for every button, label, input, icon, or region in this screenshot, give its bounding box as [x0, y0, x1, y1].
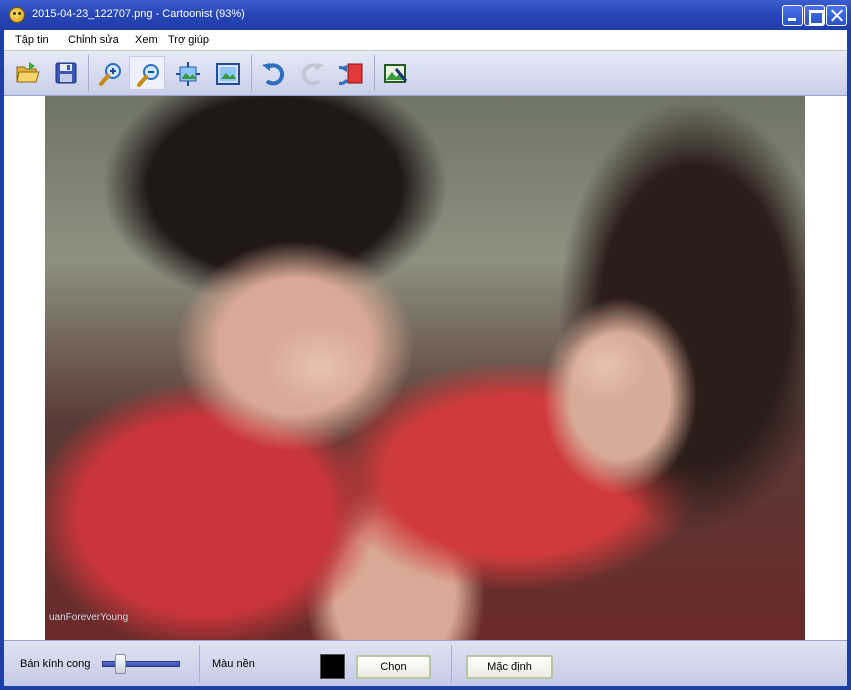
open-button[interactable] — [9, 56, 45, 90]
actual-size-button[interactable] — [209, 56, 245, 90]
reset-icon — [339, 63, 363, 85]
minimize-button[interactable] — [782, 5, 803, 26]
export-image-button[interactable] — [377, 56, 413, 90]
undo-icon — [262, 63, 285, 86]
maximize-button[interactable] — [804, 5, 825, 26]
panel-separator — [199, 645, 200, 683]
reset-button[interactable] — [333, 56, 369, 90]
curve-radius-label: Bán kính cong — [20, 658, 91, 670]
menu-help[interactable]: Trợ giúp — [168, 34, 209, 46]
title-bar[interactable]: 2015-04-23_122707.png - Cartoonist (93%) — [0, 0, 851, 30]
background-color-swatch[interactable] — [320, 654, 345, 679]
edited-photo[interactable]: uanForeverYoung — [45, 96, 805, 640]
zoom-in-button[interactable] — [92, 56, 128, 90]
redo-icon — [301, 63, 324, 86]
panel-separator — [451, 645, 452, 683]
toolbar-separator — [88, 55, 89, 91]
zoom-out-button[interactable] — [129, 56, 165, 90]
open-folder-icon — [16, 62, 40, 83]
redo-button[interactable] — [294, 56, 330, 90]
window-title: 2015-04-23_122707.png - Cartoonist (93%) — [32, 8, 245, 20]
settings-panel: Bán kính cong Màu nền Chọn Mặc định — [4, 640, 847, 686]
default-button[interactable]: Mặc định — [466, 655, 553, 679]
image-canvas[interactable]: uanForeverYoung — [4, 96, 847, 640]
fit-to-window-button[interactable] — [169, 56, 205, 90]
zoom-out-icon — [137, 64, 159, 87]
client-area: Tập tin Chỉnh sửa Xem Trợ giúp uanForeve… — [4, 30, 847, 686]
save-button[interactable] — [48, 56, 84, 90]
zoom-in-icon — [99, 63, 121, 86]
curve-radius-slider-thumb[interactable] — [115, 654, 127, 674]
close-button[interactable] — [826, 5, 847, 26]
toolbar-separator — [374, 55, 375, 91]
save-icon — [55, 62, 77, 84]
undo-button[interactable] — [254, 56, 290, 90]
menu-bar: Tập tin Chỉnh sửa Xem Trợ giúp — [4, 30, 847, 51]
app-window: 2015-04-23_122707.png - Cartoonist (93%)… — [0, 0, 851, 690]
toolbar — [4, 51, 847, 96]
background-color-label: Màu nền — [212, 658, 255, 670]
photo-watermark: uanForeverYoung — [49, 612, 129, 623]
fit-to-window-icon — [176, 62, 200, 86]
toolbar-separator — [251, 55, 252, 91]
actual-size-icon — [216, 63, 240, 85]
choose-color-button[interactable]: Chọn — [356, 655, 431, 679]
curve-radius-slider[interactable] — [102, 661, 180, 667]
menu-file[interactable]: Tập tin — [15, 34, 49, 46]
export-image-icon — [384, 64, 408, 83]
app-icon[interactable] — [9, 7, 25, 23]
menu-view[interactable]: Xem — [135, 34, 158, 46]
menu-edit[interactable]: Chỉnh sửa — [68, 34, 119, 46]
